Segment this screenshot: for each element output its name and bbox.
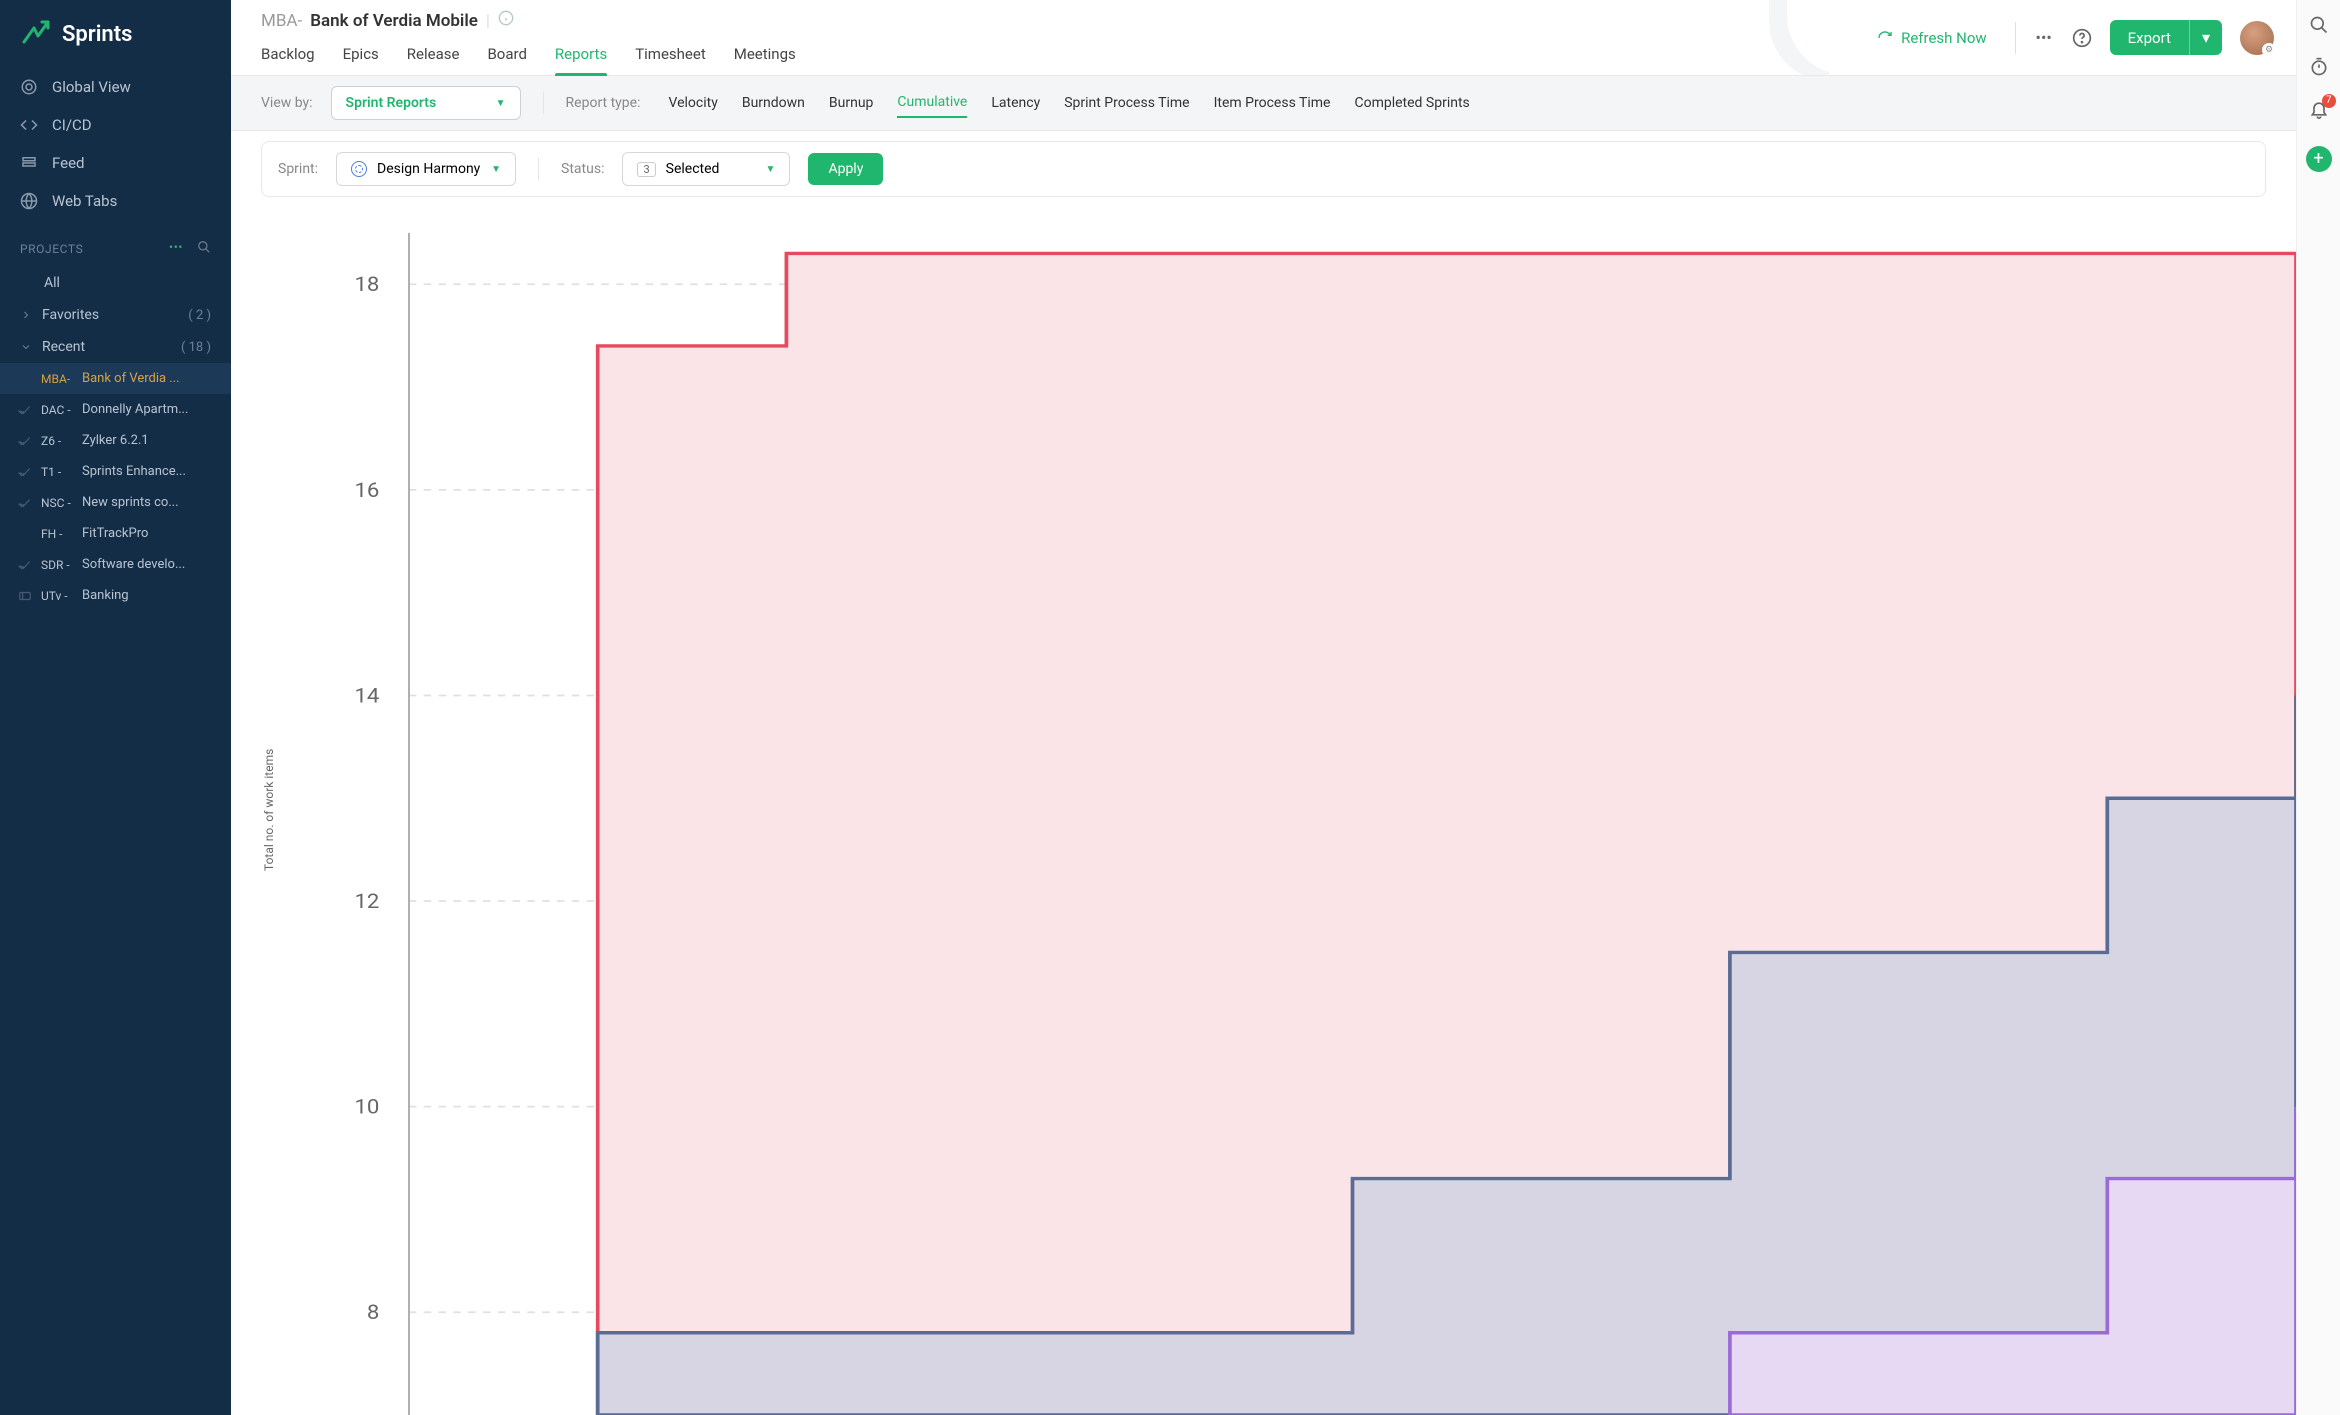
project-item[interactable]: FH -FitTrackPro — [0, 518, 231, 549]
filter-bar: Sprint: Design Harmony ▼ Status: 3 Selec… — [261, 141, 2266, 197]
project-item[interactable]: SDR -Software develo... — [0, 549, 231, 580]
sidebar: Sprints Global ViewCI/CDFeedWeb Tabs PRO… — [0, 0, 231, 1415]
project-item[interactable]: DAC -Donnelly Apartm... — [0, 394, 231, 425]
project-type-icon — [18, 558, 32, 572]
settings-gear-icon[interactable]: ⚙ — [2262, 43, 2276, 57]
project-type-icon — [18, 434, 32, 448]
rail-add-button[interactable]: + — [2306, 146, 2332, 172]
project-type-icon — [18, 496, 32, 510]
filter-recent[interactable]: Recent ( 18 ) — [0, 331, 231, 363]
globe-icon — [20, 192, 38, 210]
svg-text:14: 14 — [354, 684, 379, 708]
sprint-icon — [351, 161, 367, 177]
filter-all[interactable]: All — [0, 267, 231, 299]
help-icon[interactable] — [2072, 28, 2092, 48]
projects-header: PROJECTS ••• — [0, 220, 231, 267]
right-rail: 7 + — [2296, 0, 2340, 1415]
svg-text:16: 16 — [354, 478, 379, 502]
project-item[interactable]: NSC -New sprints co... — [0, 487, 231, 518]
nav-ci-cd[interactable]: CI/CD — [0, 106, 231, 144]
y-axis-label: Total no. of work items — [262, 749, 276, 871]
export-button[interactable]: Export ▾ — [2110, 20, 2222, 55]
notif-badge: 7 — [2322, 94, 2336, 108]
project-type-icon — [18, 465, 32, 479]
app-logo[interactable]: Sprints — [0, 0, 231, 68]
cumulative-chart: Total no. of work items 8 10 12 14 16 18 — [261, 207, 2296, 1415]
report-type-sprint-process-time[interactable]: Sprint Process Time — [1064, 89, 1189, 117]
chevron-right-icon — [20, 309, 32, 321]
status-select[interactable]: 3 Selected ▼ — [622, 152, 790, 186]
code-icon — [20, 116, 38, 134]
rail-timer-icon[interactable] — [2308, 56, 2330, 78]
tab-epics[interactable]: Epics — [343, 39, 379, 75]
project-type-icon — [18, 589, 32, 603]
tab-backlog[interactable]: Backlog — [261, 39, 315, 75]
tab-timesheet[interactable]: Timesheet — [635, 39, 706, 75]
app-name: Sprints — [62, 22, 132, 47]
sprints-logo-icon — [20, 18, 52, 50]
filter-favorites[interactable]: Favorites ( 2 ) — [0, 299, 231, 331]
project-type-icon — [18, 372, 32, 386]
export-caret-icon[interactable]: ▾ — [2189, 20, 2222, 55]
report-type-velocity[interactable]: Velocity — [668, 89, 717, 117]
tab-meetings[interactable]: Meetings — [734, 39, 796, 75]
feed-icon — [20, 154, 38, 172]
project-item[interactable]: Z6 -Zylker 6.2.1 — [0, 425, 231, 456]
viewby-select[interactable]: Sprint Reports▼ — [331, 86, 521, 120]
refresh-icon — [1877, 30, 1893, 46]
svg-text:10: 10 — [354, 1095, 379, 1119]
project-item[interactable]: UTv -Banking — [0, 580, 231, 611]
nav-global-view[interactable]: Global View — [0, 68, 231, 106]
breadcrumb: MBA- Bank of Verdia Mobile | — [261, 10, 1797, 31]
main-tabs: Backlog Epics Release Board Reports Timesheet… — [261, 39, 1797, 75]
report-type-cumulative[interactable]: Cumulative — [897, 88, 967, 118]
chevron-down-icon — [20, 341, 32, 353]
apply-button[interactable]: Apply — [808, 153, 883, 185]
more-icon[interactable]: ••• — [2034, 28, 2054, 48]
project-type-icon — [18, 403, 32, 417]
svg-text:8: 8 — [367, 1301, 379, 1325]
viewby-bar: View by: Sprint Reports▼ Report type: Ve… — [231, 76, 2296, 131]
svg-text:18: 18 — [354, 273, 379, 297]
svg-text:12: 12 — [354, 890, 379, 914]
main-content: MBA- Bank of Verdia Mobile | Backlog Epic… — [231, 0, 2296, 1415]
project-type-icon — [18, 527, 32, 541]
tab-board[interactable]: Board — [487, 39, 526, 75]
topbar: MBA- Bank of Verdia Mobile | Backlog Epic… — [231, 0, 2296, 76]
rail-search-icon[interactable] — [2308, 14, 2330, 36]
report-type-latency[interactable]: Latency — [991, 89, 1040, 117]
avatar[interactable]: ⚙ — [2240, 21, 2274, 55]
nav-feed[interactable]: Feed — [0, 144, 231, 182]
tab-release[interactable]: Release — [407, 39, 460, 75]
sprint-select[interactable]: Design Harmony ▼ — [336, 152, 516, 186]
nav-web-tabs[interactable]: Web Tabs — [0, 182, 231, 220]
info-icon[interactable] — [498, 10, 514, 31]
projects-more-icon[interactable]: ••• — [169, 240, 183, 257]
refresh-button[interactable]: Refresh Now — [1867, 29, 1997, 47]
rail-notifications-icon[interactable]: 7 — [2308, 98, 2330, 120]
target-icon — [20, 78, 38, 96]
report-type-completed-sprints[interactable]: Completed Sprints — [1354, 89, 1469, 117]
report-type-burndown[interactable]: Burndown — [742, 89, 805, 117]
project-item[interactable]: T1 -Sprints Enhance... — [0, 456, 231, 487]
tab-reports[interactable]: Reports — [555, 39, 607, 75]
project-item[interactable]: MBA-Bank of Verdia ... — [0, 363, 231, 394]
projects-search-icon[interactable] — [197, 240, 211, 257]
report-type-item-process-time[interactable]: Item Process Time — [1214, 89, 1331, 117]
report-type-burnup[interactable]: Burnup — [829, 89, 874, 117]
